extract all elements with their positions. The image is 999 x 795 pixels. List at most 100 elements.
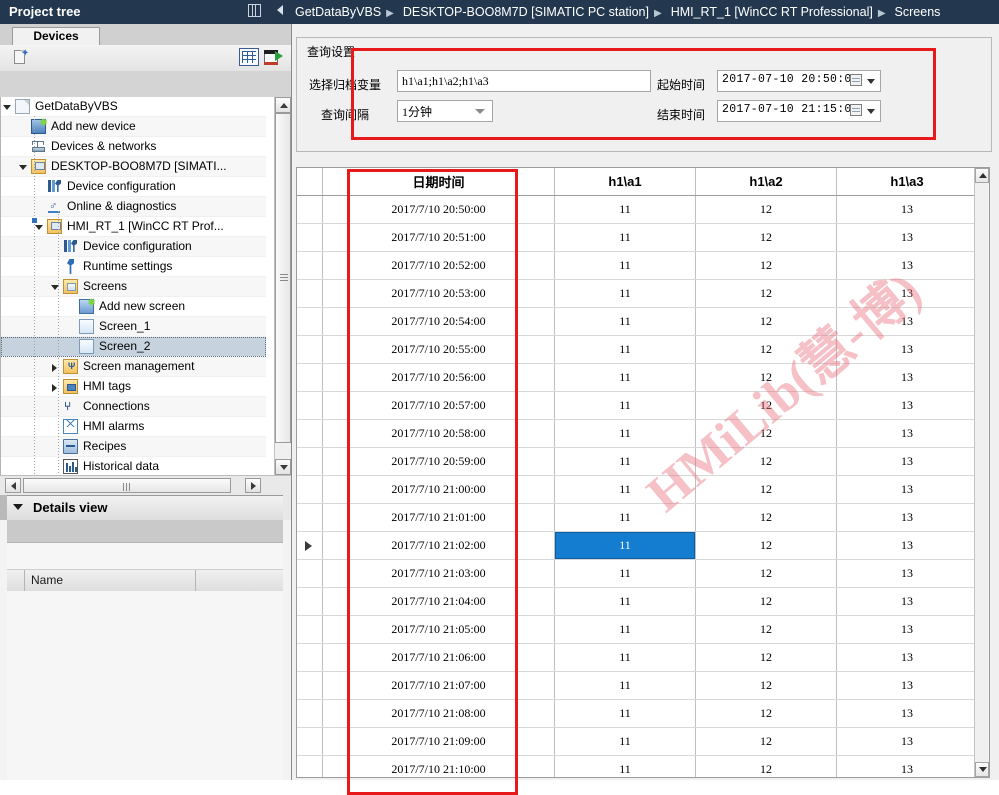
chevron-down-icon[interactable] (13, 504, 23, 510)
start-time-picker[interactable]: 2017-07-10 20:50:00 (717, 70, 881, 92)
table-cell[interactable]: 13 (836, 727, 978, 756)
table-cell[interactable]: 13 (836, 643, 978, 672)
table-cell[interactable]: 2017/7/10 21:07:00 (322, 671, 555, 700)
table-cell[interactable]: 11 (554, 475, 696, 504)
table-cell[interactable]: 13 (836, 503, 978, 532)
table-cell[interactable]: 2017/7/10 21:02:00 (322, 531, 555, 560)
table-cell[interactable]: 11 (554, 587, 696, 616)
table-cell[interactable]: 2017/7/10 20:57:00 (322, 391, 555, 420)
row-selector-cell[interactable] (297, 223, 323, 252)
table-cell[interactable]: 11 (554, 307, 696, 336)
tree-vertical-scrollbar[interactable] (274, 97, 291, 475)
column-header[interactable]: h1\a1 (554, 168, 696, 196)
tree-item-screen-management[interactable]: Ψ Screen management (1, 357, 266, 377)
table-cell[interactable]: 11 (554, 531, 696, 560)
calendar-icon[interactable] (850, 104, 862, 116)
table-cell[interactable]: 2017/7/10 20:54:00 (322, 307, 555, 336)
row-selector-cell[interactable] (297, 475, 323, 504)
table-cell[interactable]: 2017/7/10 20:53:00 (322, 279, 555, 308)
scroll-right-icon[interactable] (245, 478, 261, 493)
tree-item-recipes[interactable]: Recipes (1, 437, 266, 457)
row-selector-cell[interactable] (297, 727, 323, 756)
tree-item-online-diagnostics[interactable]: ♂ Online & diagnostics (1, 197, 266, 217)
table-cell[interactable]: 13 (836, 699, 978, 728)
table-cell[interactable]: 2017/7/10 21:01:00 (322, 503, 555, 532)
chevron-down-icon[interactable] (867, 79, 875, 84)
table-row[interactable]: 2017/7/10 21:07:00 11 12 13 (297, 671, 978, 700)
tree-item-historical-data[interactable]: Historical data (1, 457, 266, 475)
tree-item-screen-2[interactable]: Screen_2 (1, 337, 266, 357)
table-cell[interactable]: 12 (695, 447, 837, 476)
row-selector-cell[interactable] (297, 307, 323, 336)
tree-item-screen-1[interactable]: Screen_1 (1, 317, 266, 337)
row-selector-cell[interactable] (297, 391, 323, 420)
table-cell[interactable]: 13 (836, 223, 978, 252)
breadcrumb[interactable]: GetDataByVBS ▶ DESKTOP-BOO8M7D [SIMATIC PC… (291, 0, 999, 24)
row-selector-cell[interactable] (297, 699, 323, 728)
table-cell[interactable]: 12 (695, 671, 837, 700)
table-row[interactable]: 2017/7/10 20:54:00 11 12 13 (297, 307, 978, 336)
table-row[interactable]: 2017/7/10 21:09:00 11 12 13 (297, 727, 978, 756)
table-cell[interactable]: 13 (836, 755, 978, 777)
table-cell[interactable]: 13 (836, 559, 978, 588)
new-document-icon[interactable]: ✦ (14, 49, 29, 66)
breadcrumb-segment[interactable]: Screens (891, 5, 941, 19)
row-selector-cell[interactable] (297, 419, 323, 448)
project-tree-list[interactable]: GetDataByVBS ✹ Add new device Devices & net… (0, 97, 292, 475)
row-selector-cell[interactable] (297, 531, 323, 560)
table-cell[interactable]: 11 (554, 363, 696, 392)
table-cell[interactable]: 11 (554, 615, 696, 644)
table-row[interactable]: 2017/7/10 21:08:00 11 12 13 (297, 699, 978, 728)
table-row[interactable]: 2017/7/10 21:04:00 11 12 13 (297, 587, 978, 616)
table-cell[interactable]: 11 (554, 223, 696, 252)
row-selector-cell[interactable] (297, 559, 323, 588)
table-cell[interactable]: 2017/7/10 21:03:00 (322, 559, 555, 588)
table-cell[interactable]: 11 (554, 335, 696, 364)
table-cell[interactable]: 2017/7/10 21:10:00 (322, 755, 555, 777)
table-cell[interactable]: 13 (836, 447, 978, 476)
table-row[interactable]: 2017/7/10 20:53:00 11 12 13 (297, 279, 978, 308)
row-selector-cell[interactable] (297, 615, 323, 644)
row-selector-cell[interactable] (297, 671, 323, 700)
table-cell[interactable]: 2017/7/10 21:06:00 (322, 643, 555, 672)
table-cell[interactable]: 2017/7/10 20:52:00 (322, 251, 555, 280)
breadcrumb-segment[interactable]: DESKTOP-BOO8M7D [SIMATIC PC station] (399, 5, 649, 19)
table-cell[interactable]: 13 (836, 671, 978, 700)
table-cell[interactable]: 13 (836, 195, 978, 224)
grid-scroll-up-icon[interactable] (975, 168, 989, 183)
table-row[interactable]: 2017/7/10 20:58:00 11 12 13 (297, 419, 978, 448)
pin-icon[interactable] (248, 4, 261, 17)
table-cell[interactable]: 12 (695, 531, 837, 560)
table-cell[interactable]: 12 (695, 307, 837, 336)
grid-scroll-down-icon[interactable] (975, 762, 989, 777)
table-cell[interactable]: 11 (554, 447, 696, 476)
table-cell[interactable]: 11 (554, 643, 696, 672)
table-cell[interactable]: 11 (554, 699, 696, 728)
table-cell[interactable]: 12 (695, 559, 837, 588)
table-row[interactable]: 2017/7/10 21:02:00 11 12 13 (297, 531, 978, 560)
table-row[interactable]: 2017/7/10 20:59:00 11 12 13 (297, 447, 978, 476)
tree-item-hmi-rt-1-wincc-rt-prof[interactable]: HMI_RT_1 [WinCC RT Prof... (1, 217, 266, 237)
table-cell[interactable]: 12 (695, 615, 837, 644)
table-cell[interactable]: 12 (695, 251, 837, 280)
tree-item-screens[interactable]: Screens (1, 277, 266, 297)
grid-vertical-scrollbar[interactable] (974, 168, 989, 777)
table-cell[interactable]: 11 (554, 727, 696, 756)
row-selector-cell[interactable] (297, 279, 323, 308)
table-export-icon[interactable] (264, 48, 283, 66)
table-row[interactable]: 2017/7/10 20:50:00 11 12 13 (297, 195, 978, 224)
calendar-icon[interactable] (850, 74, 862, 86)
tree-hscroll-thumb[interactable] (23, 478, 231, 493)
table-cell[interactable]: 12 (695, 223, 837, 252)
table-cell[interactable]: 11 (554, 671, 696, 700)
tree-item-device-configuration[interactable]: Device configuration (1, 177, 266, 197)
table-row[interactable]: 2017/7/10 20:52:00 11 12 13 (297, 251, 978, 280)
table-cell[interactable]: 2017/7/10 21:04:00 (322, 587, 555, 616)
table-cell[interactable]: 12 (695, 419, 837, 448)
row-selector-cell[interactable] (297, 755, 323, 777)
table-cell[interactable]: 13 (836, 587, 978, 616)
tree-item-add-new-screen[interactable]: ✹ Add new screen (1, 297, 266, 317)
tree-scroll-thumb[interactable] (275, 113, 291, 443)
table-cell[interactable]: 13 (836, 391, 978, 420)
table-cell[interactable]: 2017/7/10 21:05:00 (322, 615, 555, 644)
